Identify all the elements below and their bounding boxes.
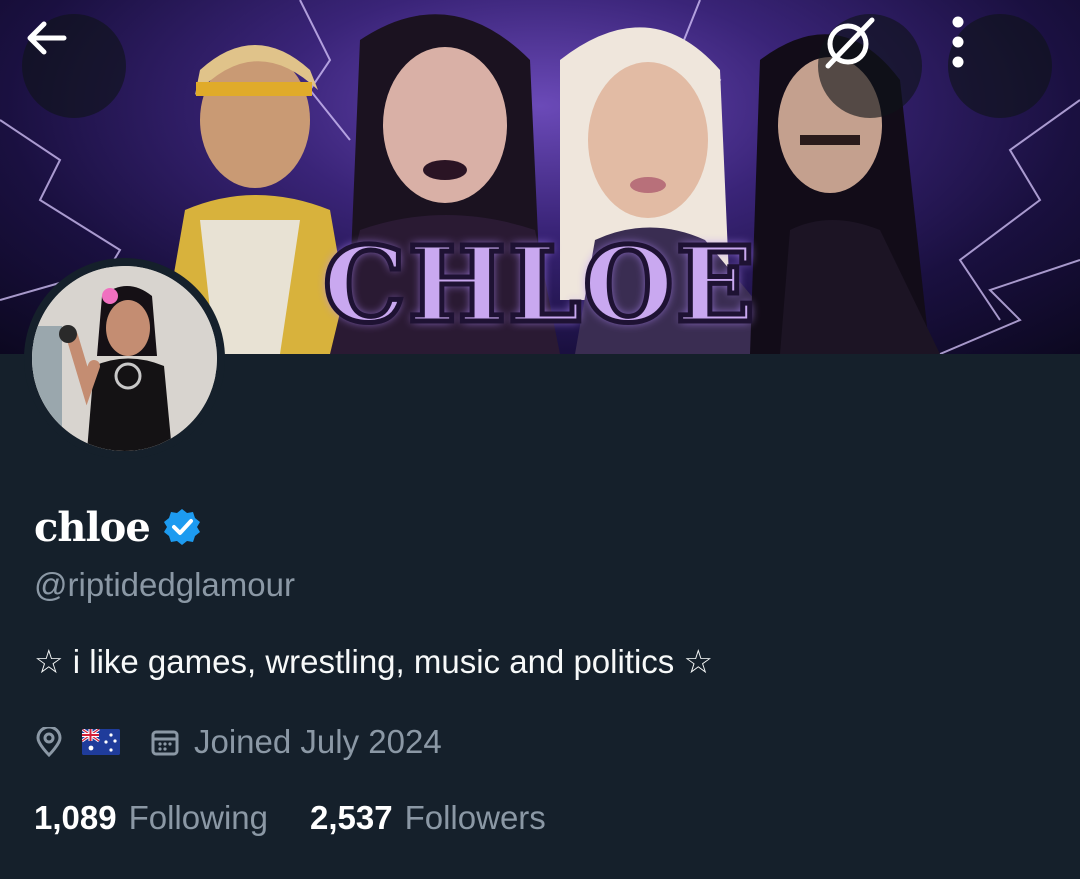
location-pin-icon xyxy=(34,727,64,757)
followers-link[interactable]: 2,537 Followers xyxy=(310,799,546,837)
display-name: chloe xyxy=(34,503,151,551)
joined-date: Joined July 2024 xyxy=(194,723,442,760)
avatar-photo xyxy=(32,266,217,451)
back-button[interactable] xyxy=(22,14,126,118)
profile-bio: ☆ i like games, wrestling, music and pol… xyxy=(34,643,714,680)
followers-count: 2,537 xyxy=(310,799,393,836)
name-row: chloe xyxy=(34,502,202,552)
following-link[interactable]: 1,089 Following xyxy=(34,799,268,837)
profile-meta: Joined July 2024 xyxy=(34,720,442,764)
avatar[interactable] xyxy=(24,258,225,459)
banner-title: CHLOE xyxy=(320,220,758,348)
grok-button[interactable] xyxy=(818,14,922,118)
followers-label: Followers xyxy=(404,799,546,836)
profile-handle: @riptidedglamour xyxy=(34,566,295,603)
more-options-button[interactable] xyxy=(948,14,1052,118)
australia-flag-icon xyxy=(82,729,120,755)
profile-stats: 1,089 Following 2,537 Followers xyxy=(34,796,546,840)
following-count: 1,089 xyxy=(34,799,117,836)
calendar-icon xyxy=(150,727,180,757)
profile-page: CHLOE chloe @riptidedglamour ☆ i like ga… xyxy=(0,0,1080,879)
verified-badge-icon[interactable] xyxy=(162,507,202,547)
following-label: Following xyxy=(128,799,268,836)
